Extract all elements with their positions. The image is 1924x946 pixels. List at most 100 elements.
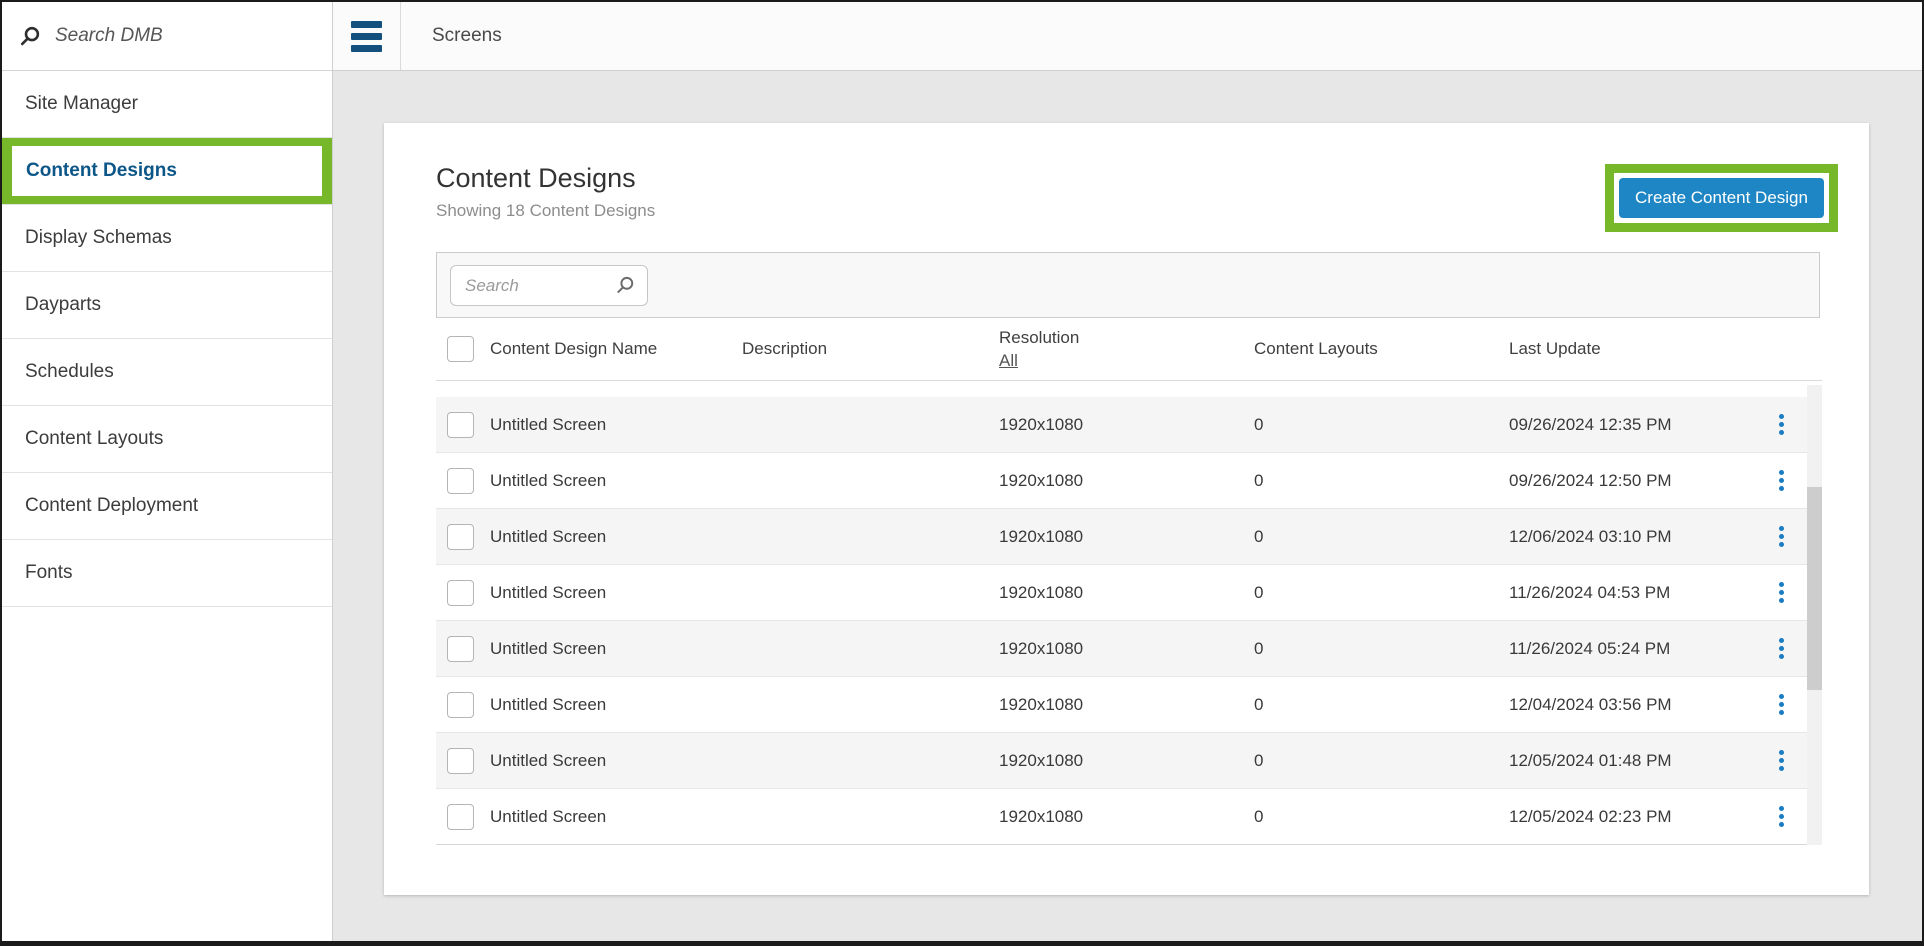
sidebar-search-input[interactable] — [55, 25, 314, 47]
table-row[interactable]: Untitled Screen 1920x1080 0 12/05/2024 0… — [436, 789, 1807, 845]
app-window: Site Manager Content Designs Display Sch… — [0, 0, 1924, 946]
row-checkbox[interactable] — [447, 692, 474, 718]
cell-content-design-name: Untitled Screen — [490, 527, 742, 547]
sidebar-item-schedules[interactable]: Schedules — [2, 339, 332, 406]
cell-content-design-name: Untitled Screen — [490, 751, 742, 771]
cell-last-update: 11/26/2024 04:53 PM — [1509, 583, 1756, 603]
table-row[interactable]: Untitled Screen 1920x1080 0 12/06/2024 0… — [436, 509, 1807, 565]
cell-content-layouts: 0 — [1254, 415, 1509, 435]
column-header-last-update: Last Update — [1509, 339, 1756, 359]
table-row[interactable]: Untitled Screen 1920x1080 0 11/26/2024 0… — [436, 565, 1807, 621]
section-subtitle: Showing 18 Content Designs — [436, 201, 655, 221]
sidebar-item-label: Dayparts — [25, 294, 101, 316]
annotation-highlight-create-button: Create Content Design — [1605, 164, 1838, 232]
table-row[interactable]: Untitled Screen 1920x1080 0 09/26/2024 1… — [436, 453, 1807, 509]
resolution-filter-all-link[interactable]: All — [999, 351, 1018, 371]
section-title: Content Designs — [436, 163, 636, 194]
sidebar-item-fonts[interactable]: Fonts — [2, 540, 332, 607]
cell-content-layouts: 0 — [1254, 471, 1509, 491]
sidebar-item-label: Display Schemas — [25, 227, 172, 249]
cell-content-design-name: Untitled Screen — [490, 471, 742, 491]
cell-last-update: 12/05/2024 02:23 PM — [1509, 807, 1756, 827]
row-menu-button[interactable] — [1775, 578, 1788, 607]
table-row[interactable]: Untitled Screen 1920x1080 0 11/26/2024 0… — [436, 621, 1807, 677]
cell-resolution: 1920x1080 — [999, 639, 1254, 659]
column-header-description: Description — [742, 339, 999, 359]
cell-content-design-name: Untitled Screen — [490, 639, 742, 659]
cell-content-layouts: 0 — [1254, 695, 1509, 715]
sidebar-item-site-manager[interactable]: Site Manager — [2, 71, 332, 138]
table-row[interactable]: Untitled Screen 1920x1080 0 12/04/2024 0… — [436, 677, 1807, 733]
table-row[interactable]: Untitled Screen 1920x1080 0 12/05/2024 0… — [436, 733, 1807, 789]
menu-toggle-button[interactable] — [333, 2, 401, 70]
row-menu-button[interactable] — [1775, 522, 1788, 551]
sidebar-item-content-designs[interactable]: Content Designs — [2, 138, 332, 205]
row-menu-button[interactable] — [1775, 410, 1788, 439]
main-area: Content Designs Showing 18 Content Desig… — [333, 71, 1922, 941]
table-bottom-border — [436, 844, 1822, 845]
column-header-resolution: Resolution All — [999, 328, 1254, 371]
topbar: Screens — [333, 2, 1922, 71]
sidebar-item-content-deployment[interactable]: Content Deployment — [2, 473, 332, 540]
sidebar-item-dayparts[interactable]: Dayparts — [2, 272, 332, 339]
row-menu-button[interactable] — [1775, 466, 1788, 495]
sidebar-item-display-schemas[interactable]: Display Schemas — [2, 205, 332, 272]
cell-last-update: 09/26/2024 12:35 PM — [1509, 415, 1756, 435]
row-checkbox[interactable] — [447, 804, 474, 830]
sidebar-search — [2, 2, 332, 71]
cell-resolution: 1920x1080 — [999, 751, 1254, 771]
sidebar-item-label: Content Designs — [26, 160, 177, 182]
sidebar-item-label: Fonts — [25, 562, 73, 584]
row-checkbox[interactable] — [447, 412, 474, 438]
row-checkbox[interactable] — [447, 636, 474, 662]
cell-content-design-name: Untitled Screen — [490, 695, 742, 715]
cell-resolution: 1920x1080 — [999, 695, 1254, 715]
table-header: Content Design Name Description Resoluti… — [436, 318, 1822, 381]
cell-resolution: 1920x1080 — [999, 415, 1254, 435]
cell-resolution: 1920x1080 — [999, 807, 1254, 827]
row-checkbox[interactable] — [447, 580, 474, 606]
cell-content-layouts: 0 — [1254, 751, 1509, 771]
row-menu-button[interactable] — [1775, 802, 1788, 831]
content-designs-panel: Content Designs Showing 18 Content Desig… — [384, 123, 1869, 895]
cell-resolution: 1920x1080 — [999, 527, 1254, 547]
cell-content-layouts: 0 — [1254, 807, 1509, 827]
cell-content-layouts: 0 — [1254, 639, 1509, 659]
cell-content-layouts: 0 — [1254, 527, 1509, 547]
select-all-checkbox[interactable] — [447, 336, 474, 362]
sidebar-nav: Site Manager Content Designs Display Sch… — [2, 71, 332, 607]
row-menu-button[interactable] — [1775, 746, 1788, 775]
row-checkbox[interactable] — [447, 524, 474, 550]
row-checkbox[interactable] — [447, 468, 474, 494]
sidebar-item-content-layouts[interactable]: Content Layouts — [2, 406, 332, 473]
scrollbar-thumb[interactable] — [1807, 487, 1822, 690]
cell-resolution: 1920x1080 — [999, 583, 1254, 603]
sidebar-item-label: Content Deployment — [25, 495, 198, 517]
search-icon — [19, 25, 42, 48]
cell-last-update: 12/06/2024 03:10 PM — [1509, 527, 1756, 547]
column-header-name: Content Design Name — [490, 339, 742, 359]
cell-content-design-name: Untitled Screen — [490, 415, 742, 435]
table-search-box — [450, 265, 648, 306]
sidebar: Site Manager Content Designs Display Sch… — [2, 2, 333, 941]
search-icon — [615, 275, 636, 296]
table-row[interactable]: Untitled Screen 1920x1080 0 09/26/2024 1… — [436, 397, 1807, 453]
cell-last-update: 12/05/2024 01:48 PM — [1509, 751, 1756, 771]
cell-resolution: 1920x1080 — [999, 471, 1254, 491]
create-content-design-button[interactable]: Create Content Design — [1619, 178, 1824, 218]
cell-content-design-name: Untitled Screen — [490, 583, 742, 603]
sidebar-item-label: Schedules — [25, 361, 114, 383]
row-menu-button[interactable] — [1775, 690, 1788, 719]
cell-content-design-name: Untitled Screen — [490, 807, 742, 827]
cell-last-update: 11/26/2024 05:24 PM — [1509, 639, 1756, 659]
cell-content-layouts: 0 — [1254, 583, 1509, 603]
row-checkbox[interactable] — [447, 748, 474, 774]
row-menu-button[interactable] — [1775, 634, 1788, 663]
sidebar-item-label: Content Layouts — [25, 428, 163, 450]
cell-last-update: 12/04/2024 03:56 PM — [1509, 695, 1756, 715]
table-scrollbar[interactable] — [1807, 385, 1822, 845]
hamburger-icon — [351, 21, 382, 52]
page-title: Screens — [432, 25, 502, 47]
cell-last-update: 09/26/2024 12:50 PM — [1509, 471, 1756, 491]
sidebar-item-label: Site Manager — [25, 93, 138, 115]
